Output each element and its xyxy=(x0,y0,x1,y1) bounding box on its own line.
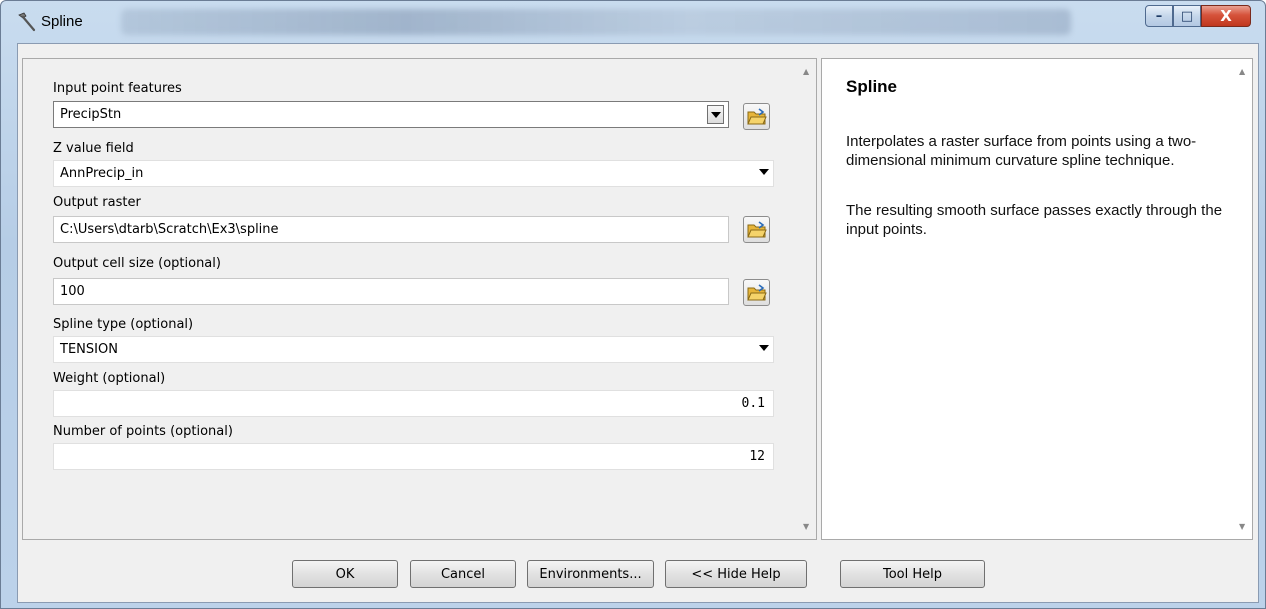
parameters-scrollbar[interactable]: ▲ ▼ xyxy=(799,59,816,539)
scroll-up-icon[interactable]: ▲ xyxy=(803,67,809,76)
output-cell-size-browse-button[interactable] xyxy=(743,279,770,306)
output-raster-browse-button[interactable] xyxy=(743,216,770,243)
output-cell-size-value: 100 xyxy=(60,284,85,299)
spline-type-dropdown[interactable]: TENSION xyxy=(53,336,774,363)
blurred-background-toolbar xyxy=(121,9,1071,35)
help-scrollbar[interactable]: ▲ ▼ xyxy=(1235,59,1252,539)
open-folder-icon xyxy=(746,107,767,124)
spline-type-label: Spline type (optional) xyxy=(53,317,194,332)
z-value-field-label: Z value field xyxy=(53,141,134,156)
help-detail: The resulting smooth surface passes exac… xyxy=(846,202,1223,238)
output-raster-label: Output raster xyxy=(53,195,141,210)
tool-help-button[interactable]: Tool Help xyxy=(840,560,985,588)
spline-dialog-window: Spline – □ X Input point features Precip… xyxy=(0,0,1266,609)
scroll-up-icon[interactable]: ▲ xyxy=(1239,67,1245,76)
environments-button[interactable]: Environments... xyxy=(527,560,654,588)
close-button[interactable]: X xyxy=(1201,5,1251,27)
open-folder-icon xyxy=(746,283,767,300)
cancel-button[interactable]: Cancel xyxy=(410,560,516,588)
number-of-points-label: Number of points (optional) xyxy=(53,424,233,439)
input-point-features-value: PrecipStn xyxy=(60,107,122,122)
window-title: Spline xyxy=(41,13,83,30)
help-title: Spline xyxy=(846,77,898,96)
weight-label: Weight (optional) xyxy=(53,371,166,386)
output-cell-size-input[interactable]: 100 xyxy=(53,278,729,305)
z-value-field-dropdown[interactable]: AnnPrecip_in xyxy=(53,160,774,187)
minimize-icon: – xyxy=(1155,8,1163,24)
hide-help-button[interactable]: << Hide Help xyxy=(665,560,807,588)
input-point-features-dropdown-button[interactable] xyxy=(707,105,724,124)
ok-button[interactable]: OK xyxy=(292,560,398,588)
hammer-tool-icon xyxy=(18,12,36,32)
chevron-down-icon xyxy=(759,345,769,351)
number-of-points-value: 12 xyxy=(749,449,765,464)
input-point-features-combo[interactable]: PrecipStn xyxy=(53,101,729,128)
weight-value: 0.1 xyxy=(741,396,765,411)
maximize-icon: □ xyxy=(1180,8,1194,24)
chevron-down-icon xyxy=(759,169,769,175)
input-point-features-label: Input point features xyxy=(53,81,182,96)
z-value-field-value: AnnPrecip_in xyxy=(60,166,144,181)
parameters-pane: Input point features PrecipStn Z value f… xyxy=(22,58,817,540)
output-raster-value: C:\Users\dtarb\Scratch\Ex3\spline xyxy=(60,222,279,237)
input-point-features-browse-button[interactable] xyxy=(743,103,770,130)
chevron-down-icon xyxy=(711,112,721,118)
dialog-button-bar: OK Cancel Environments... << Hide Help T… xyxy=(18,544,1258,602)
maximize-button[interactable]: □ xyxy=(1173,5,1201,27)
output-cell-size-label: Output cell size (optional) xyxy=(53,256,221,271)
spline-type-value: TENSION xyxy=(60,342,118,357)
title-bar[interactable]: Spline – □ X xyxy=(1,1,1265,43)
minimize-button[interactable]: – xyxy=(1145,5,1173,27)
weight-input[interactable]: 0.1 xyxy=(53,390,774,417)
help-pane: Spline Interpolates a raster surface fro… xyxy=(821,58,1253,540)
number-of-points-input[interactable]: 12 xyxy=(53,443,774,470)
window-controls: – □ X xyxy=(1145,5,1251,27)
open-folder-icon xyxy=(746,220,767,237)
output-raster-input[interactable]: C:\Users\dtarb\Scratch\Ex3\spline xyxy=(53,216,729,243)
scroll-down-icon[interactable]: ▼ xyxy=(1239,522,1245,531)
close-icon: X xyxy=(1220,6,1232,25)
help-description: Interpolates a raster surface from point… xyxy=(846,133,1197,169)
scroll-down-icon[interactable]: ▼ xyxy=(803,522,809,531)
dialog-client-area: Input point features PrecipStn Z value f… xyxy=(17,43,1259,603)
